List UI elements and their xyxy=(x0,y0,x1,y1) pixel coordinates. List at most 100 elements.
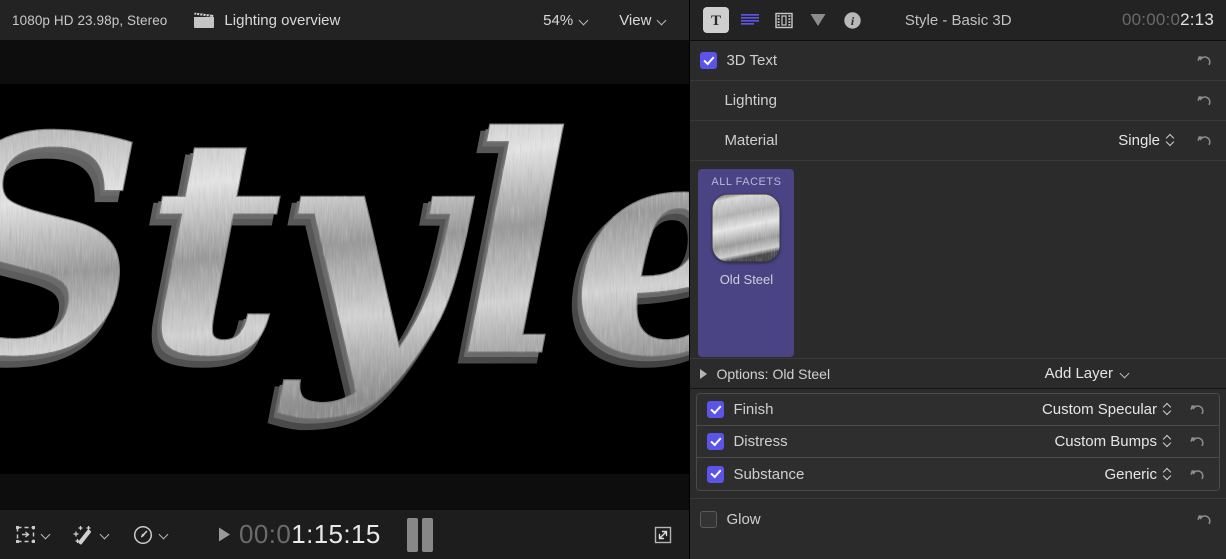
view-menu-button[interactable]: View xyxy=(611,9,675,32)
film-strip-icon xyxy=(775,12,793,29)
updown-chevron-icon xyxy=(1163,467,1173,482)
text-lines-icon xyxy=(740,12,760,28)
checkbox-3d-text[interactable] xyxy=(700,52,717,69)
viewer-toolbar: 1080p HD 23.98p, Stereo xyxy=(0,0,689,41)
inspector-panel: T xyxy=(689,0,1226,559)
info-inspector-tab[interactable]: i xyxy=(839,7,865,33)
parameter-label-distress: Distress xyxy=(733,433,787,450)
updown-chevron-icon xyxy=(1163,434,1173,449)
chevron-down-icon xyxy=(580,16,589,25)
parameter-row-substance[interactable]: Substance Generic xyxy=(697,458,1219,490)
parameter-row-distress[interactable]: Distress Custom Bumps xyxy=(697,426,1219,458)
filter-inspector-tab[interactable] xyxy=(805,7,831,33)
parameter-row-lighting[interactable]: Lighting xyxy=(690,81,1226,121)
options-row[interactable]: Options: Old Steel Add Layer xyxy=(690,359,1226,389)
reset-button-3d-text[interactable] xyxy=(1182,41,1226,80)
chevron-down-icon xyxy=(1121,369,1130,378)
play-triangle-icon[interactable] xyxy=(213,524,235,546)
chevron-down-icon[interactable] xyxy=(101,530,110,539)
info-circle-icon: i xyxy=(843,11,862,30)
disclosure-triangle-icon[interactable] xyxy=(700,369,707,379)
parameter-row-3d-text[interactable]: 3D Text xyxy=(690,41,1226,81)
viewer-toolbar-right: 54% View xyxy=(535,9,689,32)
parameter-label-finish: Finish xyxy=(733,401,773,418)
title-inspector-tab[interactable] xyxy=(737,7,763,33)
inspector-header: T xyxy=(690,0,1226,41)
reset-button-glow[interactable] xyxy=(1182,499,1226,539)
transform-control-group[interactable] xyxy=(12,522,51,548)
viewer-timecode[interactable]: 00:01:15:15 xyxy=(239,519,381,550)
project-title-label: Lighting overview xyxy=(224,12,340,29)
style-3d-text-artwork: Style Style Style xyxy=(0,84,689,474)
svg-text:T: T xyxy=(711,13,721,28)
inspector-timecode[interactable]: 00:00:02:13 xyxy=(1122,10,1226,30)
chevron-down-icon[interactable] xyxy=(42,530,51,539)
viewer-stage[interactable]: Style Style Style xyxy=(0,41,689,509)
svg-text:Style: Style xyxy=(0,84,689,423)
add-layer-label: Add Layer xyxy=(1045,365,1113,382)
inspector-timecode-dim-part: 00:00:0 xyxy=(1122,10,1180,29)
enhance-control-group[interactable] xyxy=(71,522,110,548)
inspector-body: 3D Text Lighting xyxy=(690,41,1226,559)
finish-popup-value: Custom Specular xyxy=(1042,401,1157,418)
material-swatch-card-old-steel[interactable]: ALL FACETS xyxy=(698,169,794,357)
video-inspector-tab[interactable] xyxy=(771,7,797,33)
audio-meter-bars xyxy=(407,518,433,552)
viewer-bottom-toolbar: 00:01:15:15 xyxy=(0,509,689,559)
reset-button-material[interactable] xyxy=(1182,121,1226,160)
timecode-dim-part: 00:0 xyxy=(239,519,291,550)
inspector-tab-bar: T xyxy=(690,7,865,33)
audio-meter-bar-right xyxy=(422,518,433,552)
expand-fullscreen-icon[interactable] xyxy=(649,521,677,549)
updown-chevron-icon xyxy=(1163,402,1173,417)
substance-popup-value: Generic xyxy=(1104,466,1157,483)
chevron-down-icon xyxy=(658,16,667,25)
checkbox-placeholder-material xyxy=(700,133,715,148)
parameter-row-finish[interactable]: Finish Custom Specular xyxy=(697,394,1219,426)
material-popup-value: Single xyxy=(1118,132,1160,149)
parameter-label-glow: Glow xyxy=(726,511,760,528)
chevron-down-icon[interactable] xyxy=(160,530,169,539)
inspector-timecode-bright-part: 2:13 xyxy=(1180,10,1214,29)
parameter-row-material[interactable]: Material Single xyxy=(690,121,1226,161)
options-label: Options: Old Steel xyxy=(716,366,830,382)
glow-section: Glow xyxy=(690,498,1226,539)
audio-meter-bar-left xyxy=(407,518,418,552)
magic-wand-icon[interactable] xyxy=(71,522,97,548)
transform-crop-icon[interactable] xyxy=(12,522,38,548)
text-T-icon: T xyxy=(708,12,724,28)
facet-label: ALL FACETS xyxy=(711,176,781,188)
checkbox-distress[interactable] xyxy=(707,433,724,450)
speedometer-icon[interactable] xyxy=(130,522,156,548)
retime-control-group[interactable] xyxy=(130,522,169,548)
timecode-bright-part: 1:15:15 xyxy=(291,519,381,550)
distress-popup-value: Custom Bumps xyxy=(1054,433,1157,450)
material-name-label: Old Steel xyxy=(720,272,773,287)
checkbox-substance[interactable] xyxy=(707,466,724,483)
clapperboard-icon xyxy=(193,11,215,29)
project-title-group: Lighting overview xyxy=(193,11,340,29)
parameter-row-glow[interactable]: Glow xyxy=(690,499,1226,539)
checkbox-finish[interactable] xyxy=(707,401,724,418)
checkbox-glow[interactable] xyxy=(700,511,717,528)
checkbox-placeholder-lighting xyxy=(700,93,715,108)
triangle-filter-icon xyxy=(809,12,827,28)
viewer-canvas[interactable]: Style Style Style xyxy=(0,84,689,474)
viewer-pane: 1080p HD 23.98p, Stereo xyxy=(0,0,689,559)
reset-button-substance[interactable] xyxy=(1175,458,1219,490)
parameter-label-3d-text: 3D Text xyxy=(726,52,777,69)
final-cut-pro-window: 1080p HD 23.98p, Stereo xyxy=(0,0,1226,559)
material-layer-group: Finish Custom Specular Distress xyxy=(696,393,1220,491)
reset-button-distress[interactable] xyxy=(1175,426,1219,457)
reset-button-finish[interactable] xyxy=(1175,394,1219,425)
parameter-label-material: Material xyxy=(724,132,777,149)
parameter-label-lighting: Lighting xyxy=(724,92,777,109)
clip-info-label: 1080p HD 23.98p, Stereo xyxy=(0,13,167,28)
text-inspector-tab[interactable]: T xyxy=(703,7,729,33)
parameter-label-substance: Substance xyxy=(733,466,804,483)
material-browser[interactable]: ALL FACETS xyxy=(690,161,1226,359)
reset-button-lighting[interactable] xyxy=(1182,81,1226,120)
material-thumbnail[interactable] xyxy=(712,194,780,262)
zoom-level-button[interactable]: 54% xyxy=(535,9,597,32)
add-layer-button[interactable]: Add Layer xyxy=(1045,365,1130,382)
